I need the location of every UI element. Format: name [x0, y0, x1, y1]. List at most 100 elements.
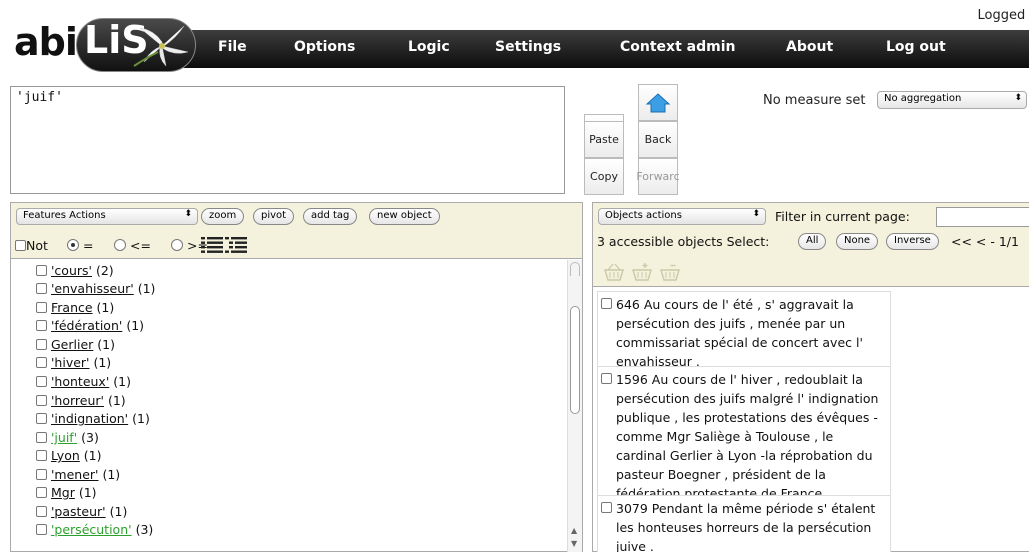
feature-item[interactable]: France (1) — [36, 300, 114, 315]
back-button[interactable]: Back — [638, 121, 678, 158]
not-checkbox[interactable] — [15, 240, 26, 251]
feature-link[interactable]: Lyon — [51, 448, 80, 463]
radio-eq-button[interactable] — [67, 239, 79, 251]
menu-file[interactable]: File — [218, 39, 247, 55]
feature-item[interactable]: 'persécution' (3) — [36, 522, 153, 537]
feature-item[interactable]: Gerlier (1) — [36, 337, 115, 352]
feature-checkbox[interactable] — [36, 413, 47, 424]
copy-button[interactable]: Copy — [584, 158, 624, 195]
menu-settings[interactable]: Settings — [495, 39, 561, 55]
select-inverse-button[interactable]: Inverse — [886, 233, 939, 250]
feature-item[interactable]: 'hiver' (1) — [36, 355, 111, 370]
feature-item[interactable]: Lyon (1) — [36, 448, 101, 463]
collapse-list-icon[interactable] — [225, 236, 247, 254]
object-checkbox[interactable] — [601, 298, 612, 309]
query-input[interactable]: 'juif' — [10, 86, 565, 194]
object-item[interactable]: 1596 Au cours de l' hiver , redoublait l… — [597, 366, 891, 507]
feature-checkbox[interactable] — [36, 320, 47, 331]
feature-checkbox[interactable] — [36, 265, 47, 276]
basket-add-icon[interactable] — [631, 262, 653, 282]
feature-checkbox[interactable] — [36, 469, 47, 480]
select-all-button[interactable]: All — [798, 233, 827, 250]
feature-link[interactable]: 'envahisseur' — [51, 281, 134, 296]
pivot-button[interactable]: pivot — [253, 208, 295, 225]
forward-button[interactable]: Forwarc — [636, 158, 680, 195]
radio-ge-button[interactable] — [171, 239, 183, 251]
feature-item[interactable]: 'envahisseur' (1) — [36, 281, 155, 296]
menu-bar: File Options Logic Settings Context admi… — [148, 30, 1029, 68]
feature-item[interactable]: 'horreur' (1) — [36, 393, 126, 408]
feature-item[interactable]: 'mener' (1) — [36, 467, 120, 482]
feature-item[interactable]: 'cours' (2) — [36, 263, 114, 278]
menu-context-admin[interactable]: Context admin — [620, 39, 735, 55]
feature-link[interactable]: 'juif' — [51, 430, 77, 445]
feature-checkbox[interactable] — [36, 357, 47, 368]
features-scrollbar[interactable]: ▲ ▼ — [567, 260, 582, 552]
feature-link[interactable]: 'mener' — [51, 467, 99, 482]
filter-label: Filter in current page: — [775, 209, 910, 224]
features-actions-label: Features Actions — [23, 210, 106, 221]
paste-button[interactable]: Paste — [584, 121, 624, 158]
aggregation-select[interactable]: No aggregation ⬍ — [877, 91, 1027, 109]
object-item[interactable]: 3079 Pendant la même période s' étalent … — [597, 495, 891, 552]
feature-item[interactable]: Mgr (1) — [36, 485, 97, 500]
menu-logic[interactable]: Logic — [408, 39, 450, 55]
scrollbar-thumb[interactable] — [570, 306, 580, 414]
new-object-button[interactable]: new object — [369, 208, 440, 225]
feature-link[interactable]: 'indignation' — [51, 411, 128, 426]
feature-link[interactable]: 'cours' — [51, 263, 92, 278]
scroll-up-icon[interactable]: ▲ — [571, 526, 577, 535]
features-actions-select[interactable]: Features Actions ⬍ — [16, 208, 198, 225]
feature-link[interactable]: France — [51, 300, 93, 315]
menu-about[interactable]: About — [786, 39, 833, 55]
radio-le-button[interactable] — [114, 239, 126, 251]
feature-item[interactable]: 'juif' (3) — [36, 430, 99, 445]
feature-link[interactable]: Gerlier — [51, 337, 93, 352]
feature-link[interactable]: 'horreur' — [51, 393, 104, 408]
feature-link[interactable]: 'honteux' — [51, 374, 109, 389]
feature-item[interactable]: 'indignation' (1) — [36, 411, 150, 426]
feature-checkbox[interactable] — [36, 524, 47, 535]
not-option[interactable]: Not — [15, 238, 48, 253]
zoom-button[interactable]: zoom — [201, 208, 245, 225]
feature-checkbox[interactable] — [36, 432, 47, 443]
feature-link[interactable]: 'hiver' — [51, 355, 90, 370]
object-checkbox[interactable] — [601, 373, 612, 384]
home-button[interactable] — [638, 84, 678, 121]
feature-checkbox[interactable] — [36, 506, 47, 517]
menu-options[interactable]: Options — [294, 39, 355, 55]
feature-checkbox[interactable] — [36, 339, 47, 350]
feature-count: (3) — [135, 522, 154, 537]
feature-checkbox[interactable] — [36, 395, 47, 406]
basket-remove-icon[interactable] — [659, 262, 681, 282]
add-tag-button[interactable]: add tag — [303, 208, 358, 225]
paging-controls[interactable]: << < - 1/1 — [951, 234, 1019, 249]
object-checkbox[interactable] — [601, 502, 612, 513]
expand-list-icon[interactable] — [201, 236, 223, 254]
basket-icon[interactable] — [603, 262, 625, 282]
feature-link[interactable]: Mgr — [51, 485, 75, 500]
feature-link[interactable]: 'persécution' — [51, 522, 132, 537]
feature-checkbox[interactable] — [36, 376, 47, 387]
menu-log-out[interactable]: Log out — [886, 39, 946, 55]
scroll-down-icon[interactable]: ▼ — [571, 539, 577, 548]
feature-count: (1) — [113, 374, 131, 389]
filter-input[interactable] — [936, 207, 1029, 227]
select-none-button[interactable]: None — [836, 233, 879, 250]
feature-checkbox[interactable] — [36, 487, 47, 498]
feature-count: (1) — [126, 318, 145, 333]
objects-count-text: 3 accessible objects Select: — [597, 234, 770, 249]
radio-eq[interactable]: = — [67, 238, 93, 253]
features-toolbar: Features Actions ⬍ zoom pivot add tag ne… — [11, 203, 582, 259]
feature-link[interactable]: 'fédération' — [51, 318, 122, 333]
feature-item[interactable]: 'fédération' (1) — [36, 318, 144, 333]
objects-actions-select[interactable]: Objects actions ⬍ — [598, 208, 766, 225]
feature-checkbox[interactable] — [36, 283, 47, 294]
feature-item[interactable]: 'honteux' (1) — [36, 374, 131, 389]
radio-le[interactable]: <= — [114, 238, 151, 253]
feature-link[interactable]: 'pasteur' — [51, 504, 106, 519]
object-item[interactable]: 646 Au cours de l' été , s' aggravait la… — [597, 291, 891, 375]
feature-checkbox[interactable] — [36, 302, 47, 313]
feature-checkbox[interactable] — [36, 450, 47, 461]
feature-item[interactable]: 'pasteur' (1) — [36, 504, 127, 519]
